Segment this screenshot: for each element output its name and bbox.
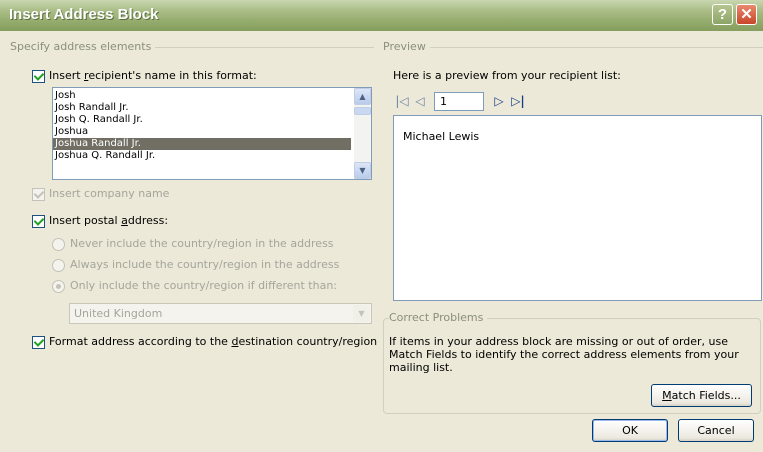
list-scrollbar[interactable]: ▲ ▼ xyxy=(354,88,371,179)
list-item[interactable]: Josh xyxy=(53,90,351,102)
first-record-icon[interactable]: |◁ xyxy=(395,93,409,110)
country-always-radio[interactable] xyxy=(52,259,65,272)
preview-group-divider xyxy=(386,47,763,48)
title-bar[interactable]: Insert Address Block ? ✕ xyxy=(0,0,763,31)
correct-problems-text: If items in your address block are missi… xyxy=(389,335,739,374)
insert-name-label[interactable]: Insert recipient's name in this format: xyxy=(49,69,257,82)
country-different-label: Only include the country/region if diffe… xyxy=(70,279,337,292)
insert-address-block-dialog: Insert Address Block ? ✕ Specify address… xyxy=(0,0,763,452)
format-address-label[interactable]: Format address according to the destinat… xyxy=(49,335,377,348)
insert-postal-checkbox[interactable] xyxy=(32,215,45,228)
chevron-down-icon[interactable]: ▼ xyxy=(353,305,370,322)
list-item[interactable]: Joshua xyxy=(53,126,351,138)
specify-group-label: Specify address elements xyxy=(10,40,156,53)
country-never-label: Never include the country/region in the … xyxy=(70,237,334,250)
list-item-selected[interactable]: Joshua Randall Jr. xyxy=(53,138,351,150)
list-item[interactable]: Joshua Q. Randall Jr. xyxy=(53,150,351,162)
previous-record-icon[interactable]: ◁ xyxy=(413,93,427,110)
correct-problems-label: Correct Problems xyxy=(389,311,488,324)
scroll-down-icon[interactable]: ▼ xyxy=(354,162,371,179)
insert-postal-label[interactable]: Insert postal address: xyxy=(49,214,168,227)
last-record-icon[interactable]: ▷| xyxy=(511,93,525,110)
next-record-icon[interactable]: ▷ xyxy=(492,93,506,110)
format-address-checkbox[interactable] xyxy=(32,336,45,349)
match-fields-button[interactable]: Match Fields... xyxy=(651,384,752,407)
preview-intro-text: Here is a preview from your recipient li… xyxy=(393,69,621,82)
scroll-thumb[interactable] xyxy=(354,107,371,115)
cancel-button[interactable]: Cancel xyxy=(678,419,754,442)
country-different-radio[interactable] xyxy=(52,280,65,293)
insert-company-label: Insert company name xyxy=(49,187,170,200)
preview-address-text: Michael Lewis xyxy=(403,130,480,143)
list-item[interactable]: Josh Randall Jr. xyxy=(53,102,351,114)
window-title: Insert Address Block xyxy=(9,6,159,23)
help-icon[interactable]: ? xyxy=(712,4,733,25)
country-never-radio[interactable] xyxy=(52,238,65,251)
country-always-label: Always include the country/region in the… xyxy=(70,258,340,271)
ok-button[interactable]: OK xyxy=(592,419,668,442)
close-icon[interactable]: ✕ xyxy=(736,4,757,25)
name-format-listbox[interactable]: Josh Josh Randall Jr. Josh Q. Randall Jr… xyxy=(52,87,372,180)
record-number-input[interactable]: 1 xyxy=(434,92,484,111)
address-preview-box: Michael Lewis xyxy=(393,115,762,301)
scroll-up-icon[interactable]: ▲ xyxy=(354,88,371,105)
insert-company-checkbox[interactable] xyxy=(32,188,45,201)
country-dropdown[interactable]: United Kingdom ▼ xyxy=(69,303,372,324)
country-dropdown-value: United Kingdom xyxy=(74,307,163,320)
list-item[interactable]: Josh Q. Randall Jr. xyxy=(53,114,351,126)
preview-group-label: Preview xyxy=(383,40,430,53)
insert-name-checkbox[interactable] xyxy=(32,70,45,83)
